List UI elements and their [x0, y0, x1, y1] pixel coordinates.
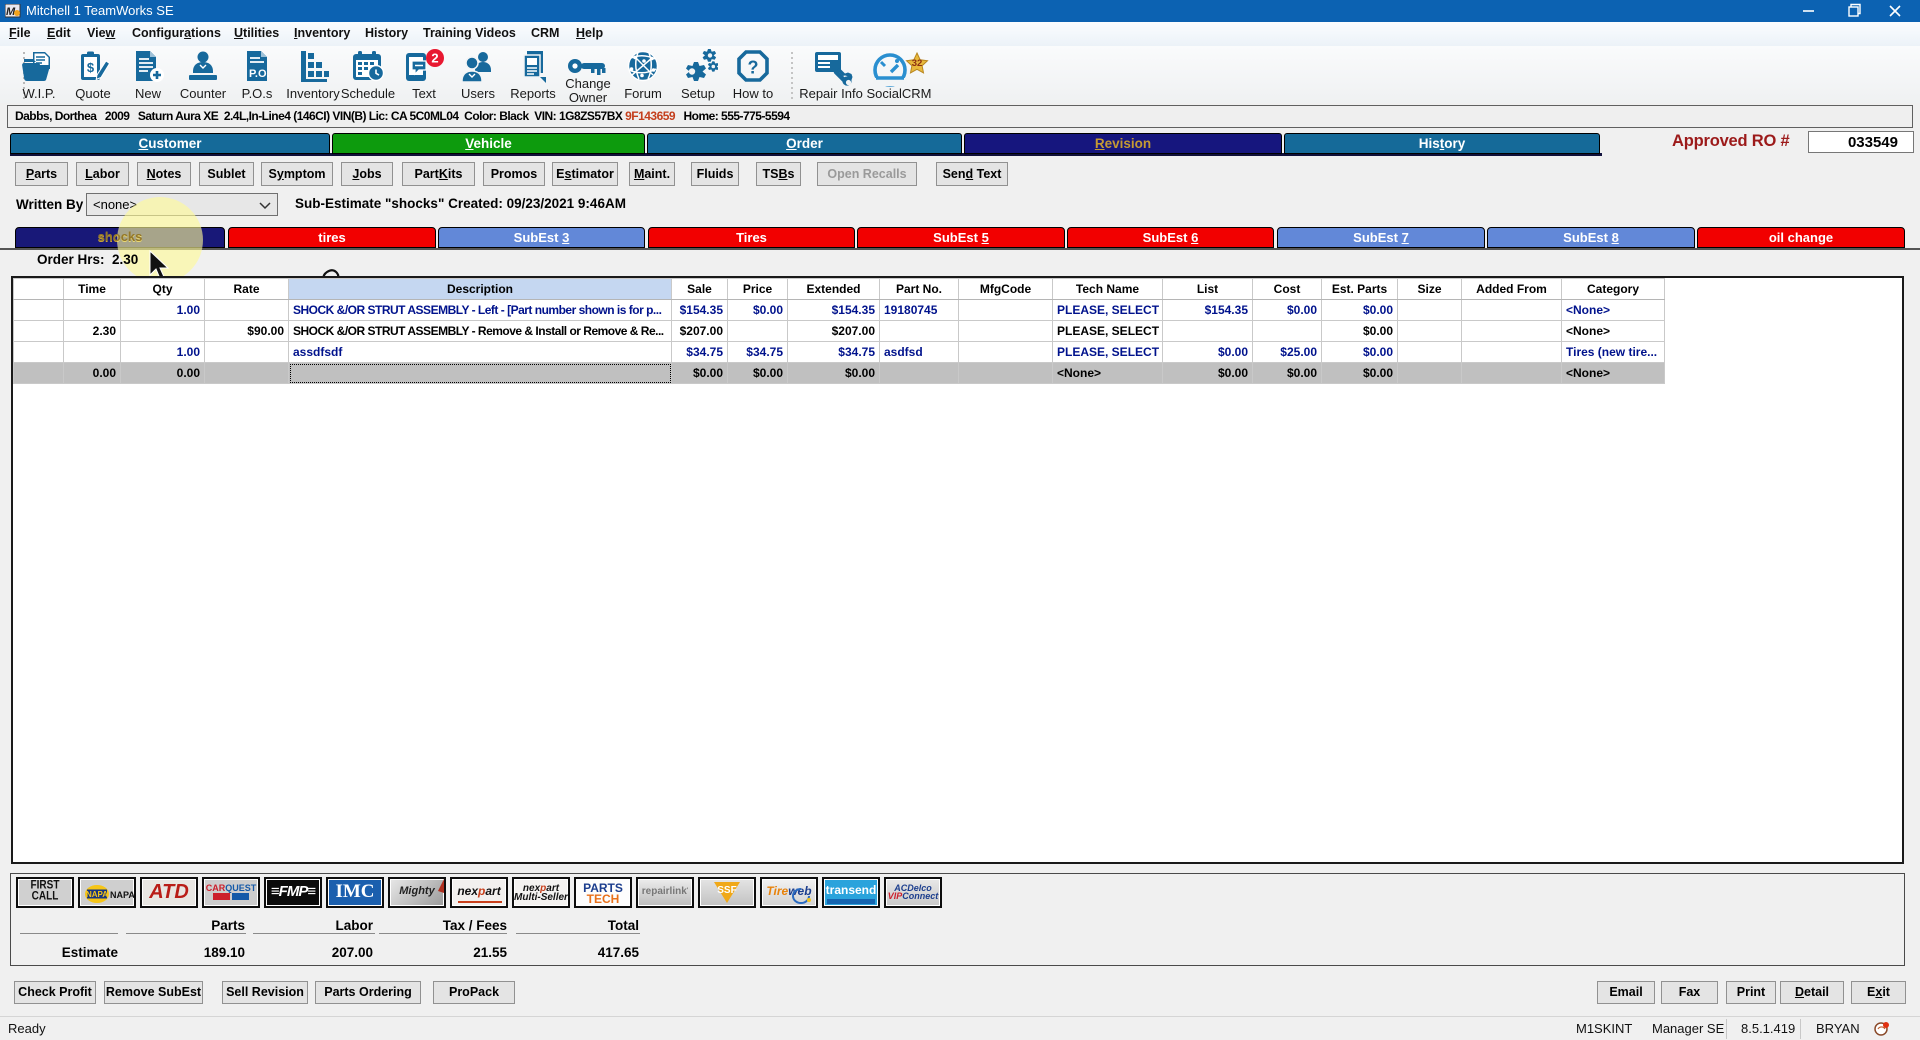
svg-text:P.O.: P.O. [249, 68, 270, 80]
svg-text:?: ? [748, 58, 759, 78]
svg-text:SSF: SSF [717, 885, 736, 896]
svg-text:32: 32 [912, 58, 923, 69]
svg-text:2: 2 [431, 51, 438, 66]
svg-text:NAPA: NAPA [86, 890, 108, 899]
svg-text:$: $ [87, 60, 95, 75]
